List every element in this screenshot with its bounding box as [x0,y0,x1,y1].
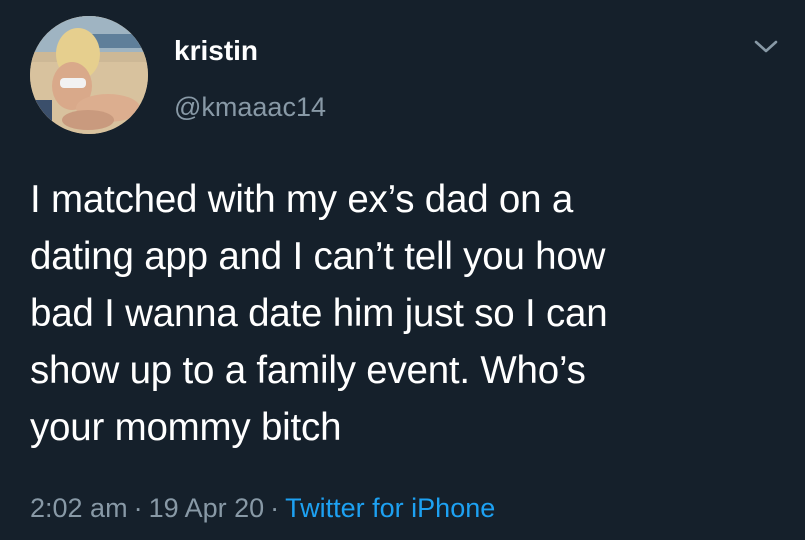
tweet-text-line: bad I wanna date him just so I can [30,292,608,335]
meta-separator: · [133,493,143,523]
tweet-text-line: dating app and I can’t tell you how [30,235,606,278]
tweet-metadata: 2:02 am · 19 Apr 20 · Twitter for iPhone [30,490,495,526]
chevron-down-icon[interactable] [753,38,779,56]
tweet-text-line: I matched with my ex’s dad on a [30,178,574,221]
tweet-text: I matched with my ex’s dad on a dating a… [30,171,790,456]
tweet-card: kristin @kmaaac14 I matched with my ex’s… [0,0,805,540]
tweet-text-line: your mommy bitch [30,406,342,449]
author-handle[interactable]: @kmaaac14 [174,90,326,124]
avatar[interactable] [30,16,148,134]
tweet-date[interactable]: 19 Apr 20 [149,493,265,523]
meta-separator: · [270,493,280,523]
tweet-text-line: show up to a family event. Who’s [30,349,586,392]
tweet-source-link[interactable]: Twitter for iPhone [285,493,495,523]
profile-photo-icon [30,16,148,134]
tweet-time[interactable]: 2:02 am [30,493,128,523]
author-display-name[interactable]: kristin [174,33,258,69]
